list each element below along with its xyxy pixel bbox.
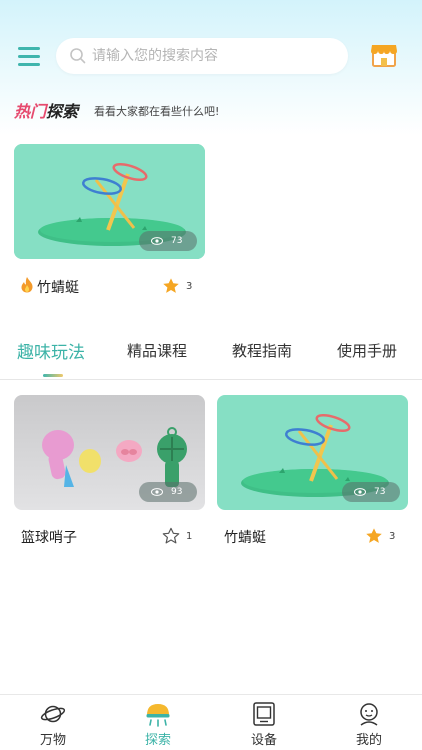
hot-title-part2: 探索 [46, 102, 79, 121]
hot-explore-subtitle: 看看大家都在看些什么吧! [94, 105, 220, 118]
nav-item-mine[interactable]: 我的 [339, 695, 399, 750]
hot-card-title[interactable]: 竹蜻蜓 [37, 277, 79, 297]
explore-icon [146, 704, 170, 727]
view-count-badge: 73 [342, 482, 400, 502]
planet-icon [40, 705, 66, 723]
eye-icon [354, 488, 366, 496]
card-image-whistle[interactable]: 93 [14, 395, 205, 510]
search-icon [70, 48, 86, 64]
tab-premium-courses[interactable]: 精品课程 [127, 340, 187, 361]
card-title-bamboo-dragonfly[interactable]: 竹蜻蜓 [224, 527, 266, 547]
nav-item-device[interactable]: 设备 [234, 695, 294, 750]
profile-icon [360, 703, 378, 726]
active-tab-indicator [43, 374, 63, 377]
card-image-bamboo-dragonfly[interactable]: 73 [217, 395, 408, 510]
view-count-badge: 93 [139, 482, 197, 502]
eye-icon [151, 237, 163, 245]
nav-label: 万物 [39, 733, 66, 748]
star-count: 1 [186, 531, 193, 542]
star-count: 3 [389, 531, 396, 542]
nav-label: 探索 [144, 733, 171, 748]
top-bar [0, 36, 422, 78]
search-input[interactable] [92, 38, 332, 74]
tab-fun-play[interactable]: 趣味玩法 [17, 338, 85, 363]
view-count-badge: 73 [139, 231, 197, 251]
tab-user-manual[interactable]: 使用手册 [337, 340, 397, 361]
tab-divider [0, 379, 422, 380]
bottom-navigation: 万物 探索 设备 我的 [0, 694, 422, 750]
menu-icon[interactable] [18, 45, 42, 67]
fire-icon [21, 277, 33, 293]
hot-title-part1: 热门 [14, 102, 47, 121]
star-count: 3 [186, 281, 193, 292]
category-tabs: 趣味玩法 精品课程 教程指南 使用手册 [0, 340, 422, 378]
view-count: 73 [374, 487, 386, 497]
star-filled-icon[interactable] [365, 527, 383, 545]
nav-label: 我的 [355, 733, 382, 748]
nav-label: 设备 [250, 733, 277, 748]
star-outline-icon[interactable] [162, 527, 180, 545]
hot-explore-title: 热门探索 [14, 98, 78, 122]
device-icon [253, 702, 275, 726]
card-title-whistle[interactable]: 篮球哨子 [21, 527, 77, 547]
tab-tutorial-guide[interactable]: 教程指南 [232, 340, 292, 361]
view-count: 93 [171, 487, 183, 497]
shop-icon[interactable] [370, 41, 398, 69]
view-count: 73 [171, 236, 183, 246]
nav-item-explore[interactable]: 探索 [128, 695, 188, 750]
hot-card-image[interactable]: 73 [14, 144, 205, 259]
star-filled-icon[interactable] [162, 277, 180, 295]
nav-item-everything[interactable]: 万物 [23, 695, 83, 750]
eye-icon [151, 488, 163, 496]
search-bar[interactable] [56, 38, 348, 74]
